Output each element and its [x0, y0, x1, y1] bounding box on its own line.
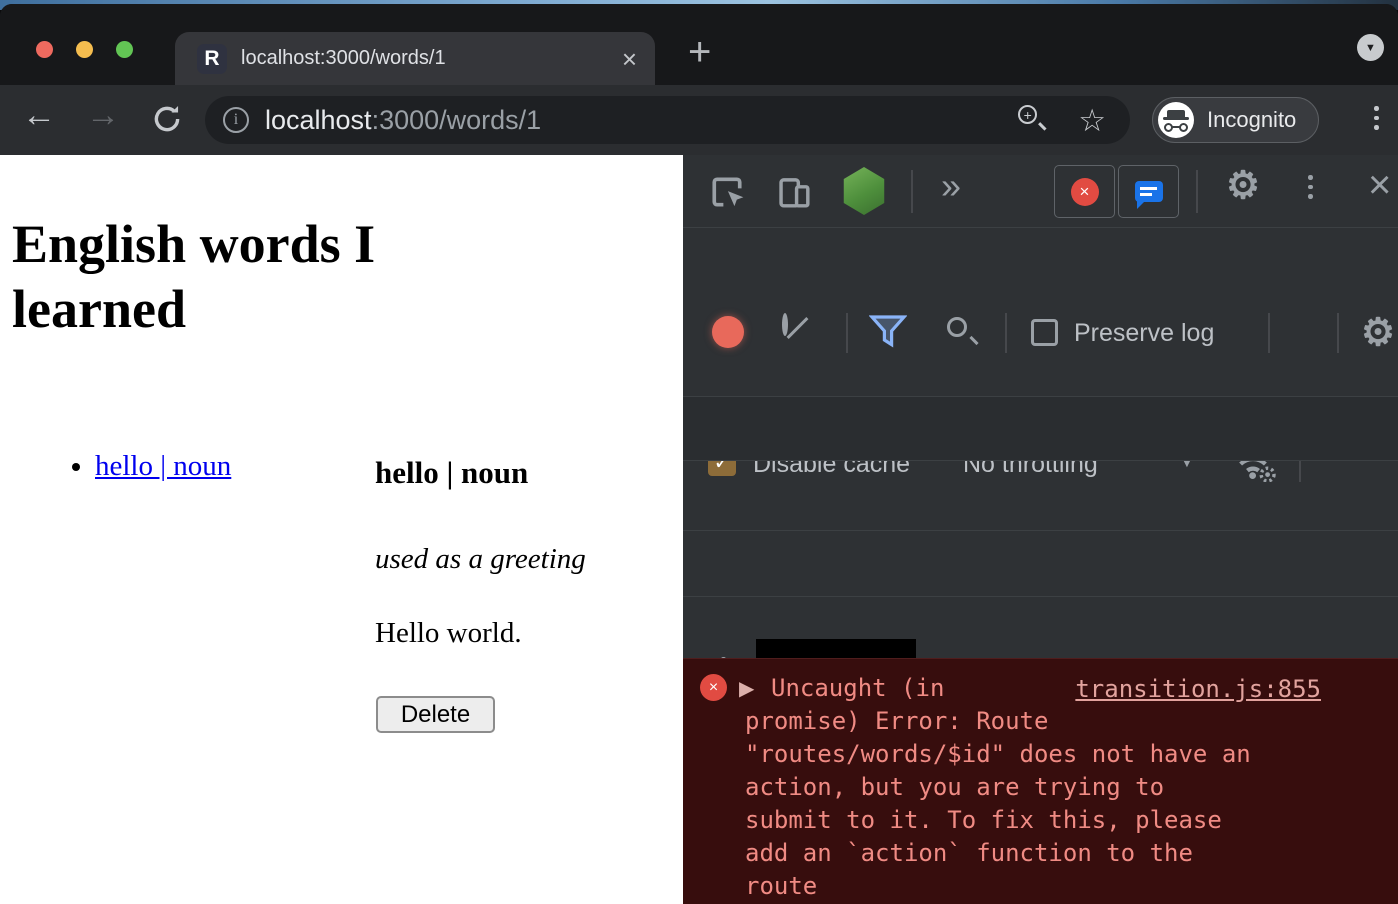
- device-toolbar-icon[interactable]: [775, 173, 813, 211]
- browser-window: R localhost:3000/words/1 × + ▼ ← → i loc…: [0, 4, 1398, 904]
- word-list: hello | noun: [0, 450, 231, 483]
- word-definition: used as a greeting: [375, 543, 586, 576]
- issues-bubble-icon: [1135, 181, 1163, 202]
- traffic-light-zoom-button[interactable]: [116, 41, 133, 58]
- browser-menu-button[interactable]: [1374, 106, 1379, 130]
- delete-button[interactable]: Delete: [376, 696, 495, 733]
- incognito-badge: Incognito: [1152, 97, 1319, 143]
- forward-button[interactable]: →: [86, 98, 120, 132]
- console-errors-badge-button[interactable]: ×: [1054, 165, 1115, 218]
- word-link[interactable]: hello | noun: [95, 450, 231, 482]
- new-tab-button[interactable]: +: [688, 30, 711, 75]
- error-source-link[interactable]: transition.js:855: [1075, 675, 1321, 703]
- console-toolbar: ▶ top ▼ ⚙: [683, 461, 1398, 531]
- tab-close-icon[interactable]: ×: [622, 46, 637, 72]
- traffic-light-minimize-button[interactable]: [76, 41, 93, 58]
- chevron-down-icon: ▼: [1365, 42, 1376, 54]
- error-count-icon: ×: [1071, 178, 1099, 206]
- network-toolbar-row2: ✓ Disable cache No throttling ▼: [683, 292, 1398, 362]
- word-example: Hello world.: [375, 617, 522, 650]
- window-content: English words I learned hello | noun hel…: [0, 155, 1398, 904]
- console-filter-row: All levels ▼: [683, 531, 1398, 597]
- word-detail-title: hello | noun: [375, 455, 528, 491]
- console-issue-row: 1 Issue: 1: [683, 597, 1398, 658]
- url-text: localhost:3000/words/1: [265, 105, 541, 136]
- devtools-panel: » × ⚙ ×: [683, 155, 1398, 904]
- devtools-settings-gear-icon[interactable]: ⚙: [1226, 167, 1260, 205]
- devtools-menu-icon[interactable]: [1308, 175, 1313, 199]
- incognito-label: Incognito: [1207, 107, 1296, 133]
- screen: R localhost:3000/words/1 × + ▼ ← → i loc…: [0, 0, 1398, 904]
- browser-tab[interactable]: R localhost:3000/words/1 ×: [175, 32, 655, 85]
- incognito-icon: [1158, 102, 1194, 138]
- devtools-close-icon[interactable]: ×: [1368, 165, 1391, 205]
- inspect-element-icon[interactable]: [707, 172, 747, 212]
- devtools-main-toolbar: » × ⚙ ×: [683, 155, 1398, 228]
- error-text: Uncaught (in promise) Error: Route "rout…: [745, 672, 1325, 903]
- zoom-level-icon[interactable]: +: [1018, 105, 1048, 135]
- page-title: English words I learned: [12, 212, 512, 342]
- reload-button[interactable]: [150, 102, 184, 136]
- browser-toolbar: ← → i localhost:3000/words/1 + ☆ Incogni…: [0, 85, 1398, 155]
- network-toolbar-row1: Preserve log ⚙: [683, 228, 1398, 292]
- traffic-light-close-button[interactable]: [36, 41, 53, 58]
- list-item: hello | noun: [95, 450, 231, 483]
- tab-search-button[interactable]: ▼: [1357, 34, 1384, 61]
- node-debug-icon[interactable]: [841, 167, 887, 215]
- error-badge-icon: ×: [700, 674, 727, 701]
- tab-title: localhost:3000/words/1: [241, 47, 622, 70]
- remix-favicon-icon: R: [197, 44, 227, 74]
- bookmark-star-icon[interactable]: ☆: [1078, 105, 1106, 136]
- tab-strip: R localhost:3000/words/1 × + ▼: [0, 4, 1398, 85]
- network-toolbar-row3: [683, 362, 1398, 397]
- site-info-icon[interactable]: i: [223, 107, 249, 133]
- more-tabs-chevron-icon[interactable]: »: [941, 165, 961, 207]
- back-button[interactable]: ←: [22, 98, 56, 132]
- console-error-message: × ▶ Uncaught (in promise) Error: Route "…: [683, 658, 1398, 904]
- drawer-tab-bar: Console What's New Coverage ×: [683, 397, 1398, 461]
- address-bar[interactable]: i localhost:3000/words/1 + ☆: [205, 96, 1130, 144]
- web-page: English words I learned hello | noun hel…: [0, 155, 683, 904]
- issues-badge-button[interactable]: [1118, 165, 1179, 218]
